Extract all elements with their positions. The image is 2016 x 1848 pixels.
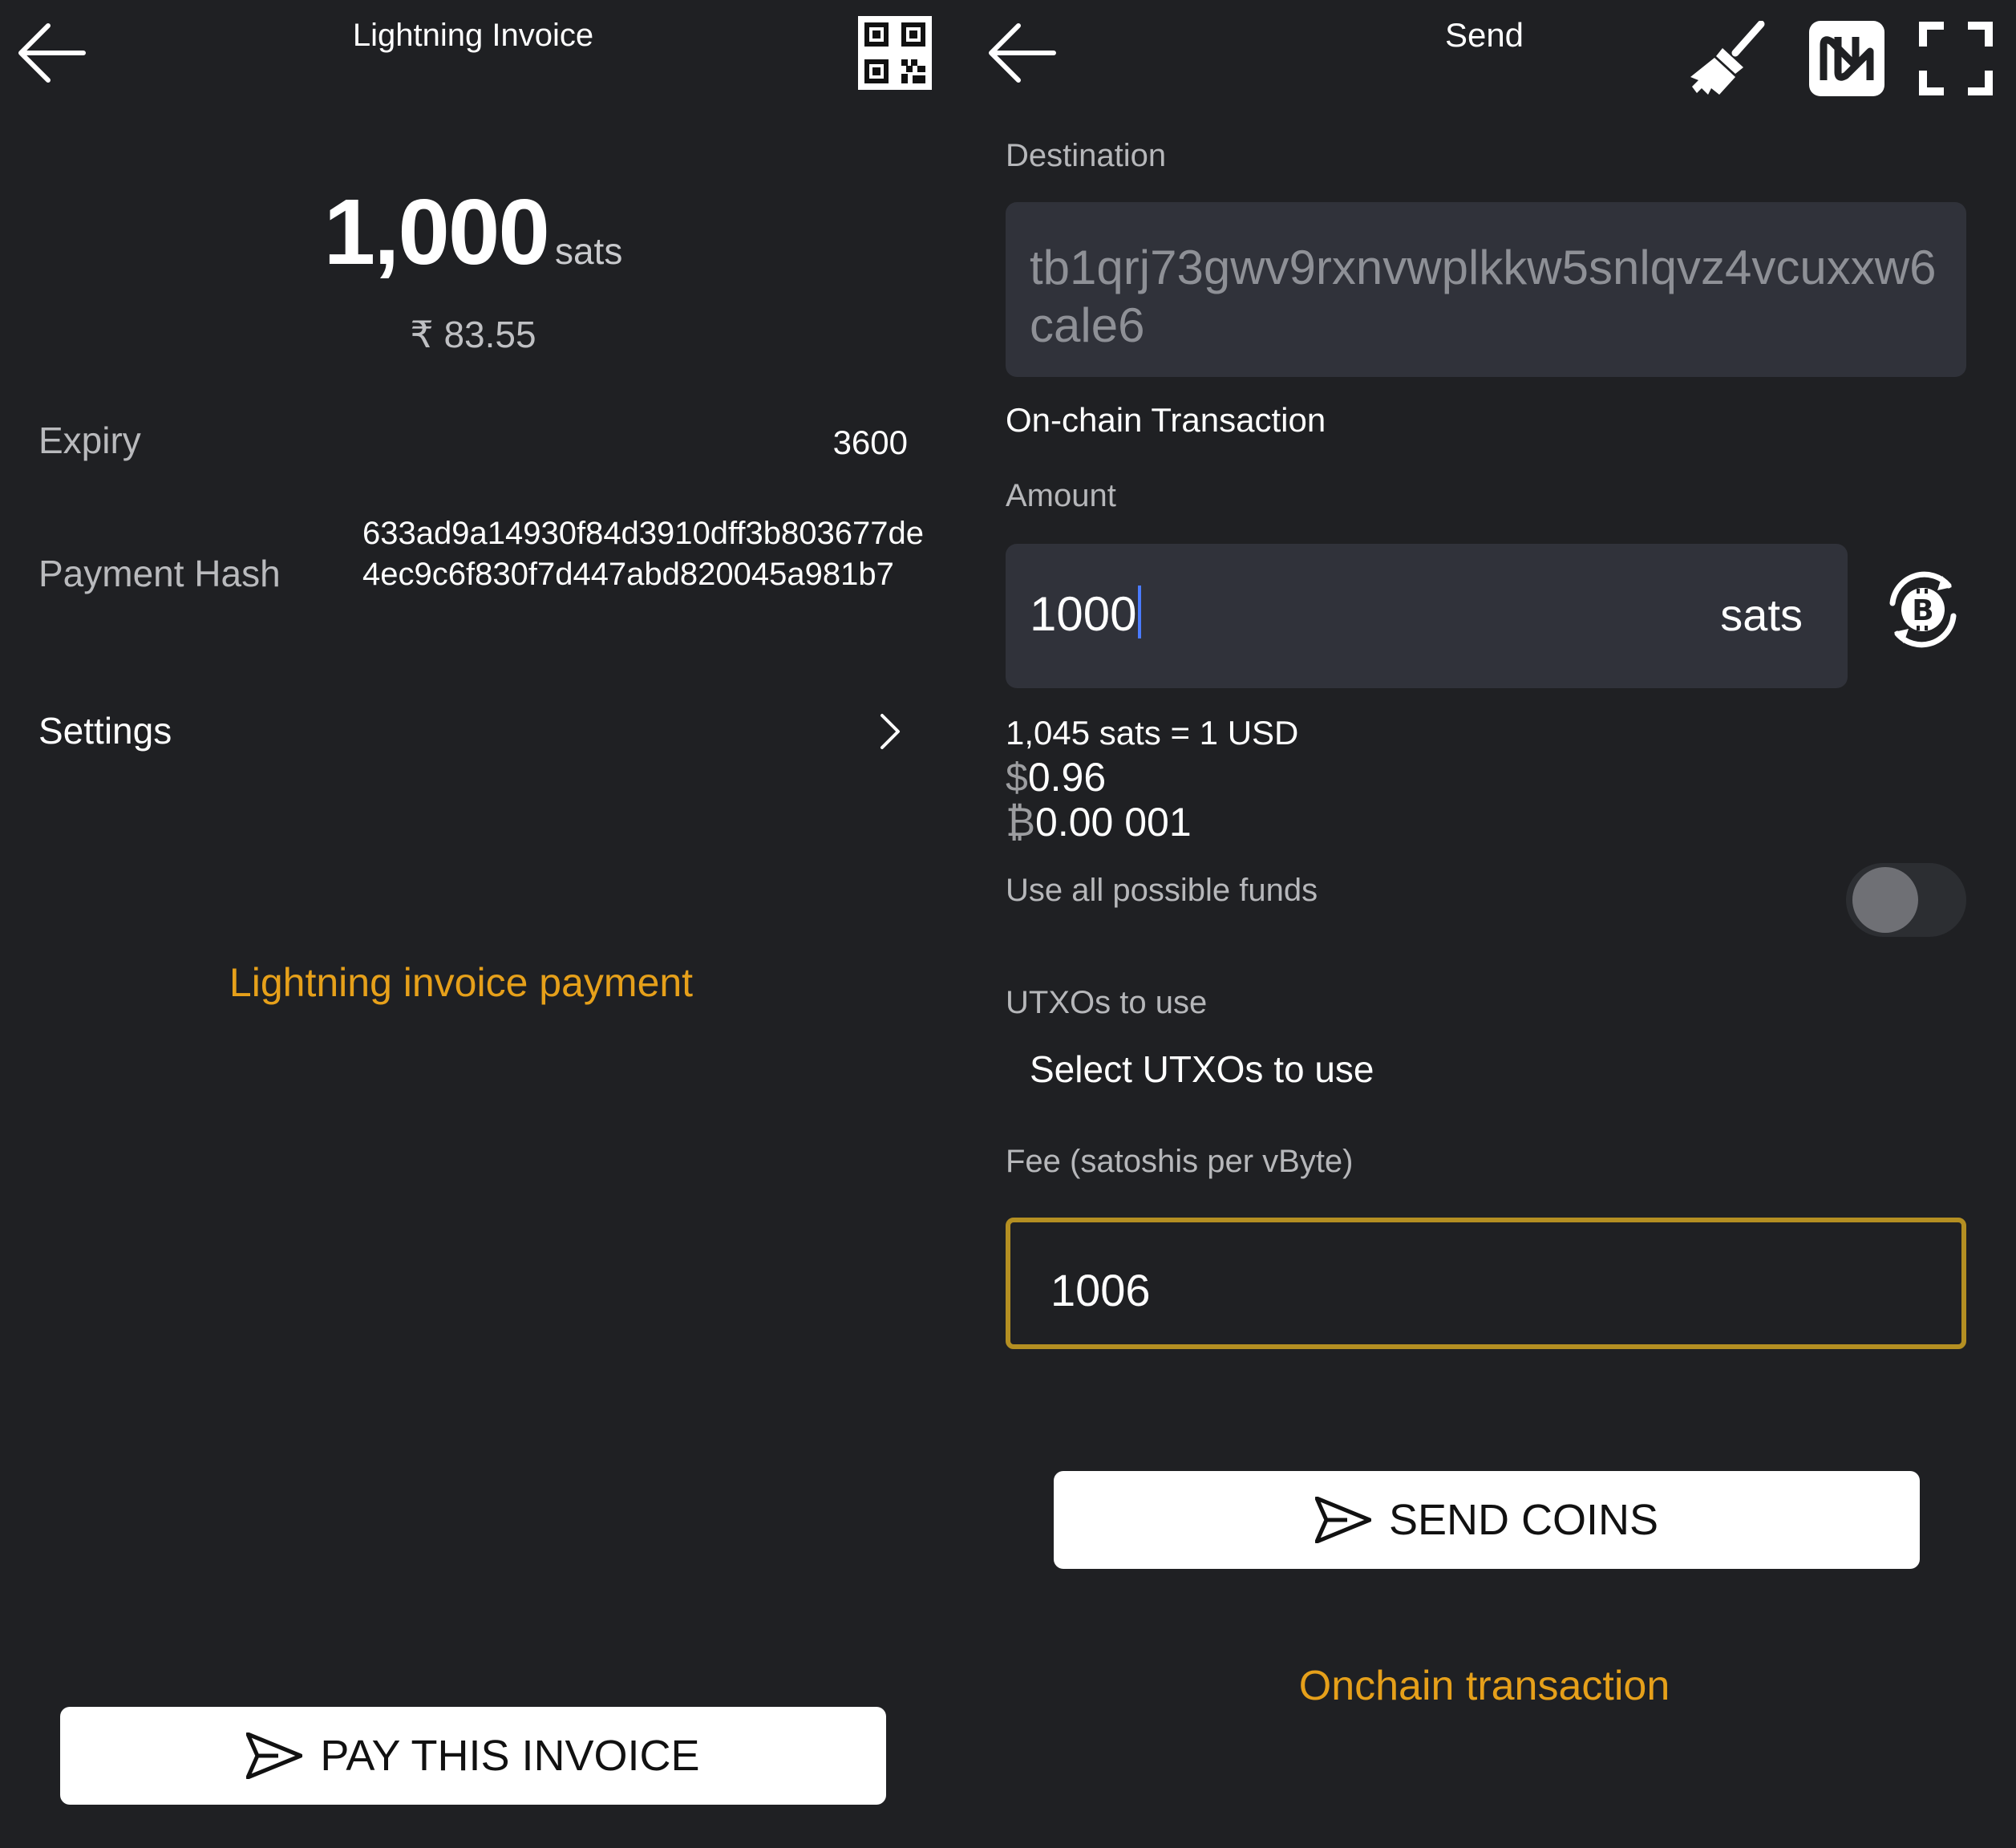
chevron-right-icon (872, 711, 905, 752)
exchange-rate: 1,045 sats = 1 USD (1006, 714, 1299, 752)
fee-input[interactable]: 1006 (1006, 1218, 1966, 1349)
utxos-label: UTXOs to use (1006, 985, 1208, 1020)
destination-label: Destination (1006, 138, 1167, 173)
broom-icon[interactable] (1687, 21, 1767, 98)
amount-input[interactable]: 1000 sats (1006, 544, 1848, 688)
fiat-amount: ₹ 83.55 (410, 314, 536, 355)
send-coins-label: SEND COINS (1388, 1496, 1659, 1544)
select-utxos-button[interactable]: Select UTXOs to use (1030, 1048, 1374, 1091)
text-caret (1138, 586, 1142, 638)
amount-unit: sats (1720, 590, 1803, 640)
fee-input-value: 1006 (1051, 1265, 1151, 1315)
invoice-amount: 1,000 sats (0, 178, 946, 286)
amount-input-value: 1000 (1030, 587, 1137, 641)
send-coins-button[interactable]: SEND COINS (1054, 1471, 1920, 1569)
pay-invoice-button[interactable]: PAY THIS INVOICE (60, 1707, 886, 1805)
amount-unit: sats (554, 230, 623, 272)
pay-invoice-label: PAY THIS INVOICE (320, 1732, 700, 1780)
btc-value: 0.00 001 (1035, 800, 1192, 845)
fullscreen-icon[interactable] (1918, 21, 1994, 96)
lightning-invoice-screen: Lightning Invoice 1,000 sats ₹ 83.55 Expi… (0, 0, 975, 1848)
amount-label: Amount (1006, 478, 1116, 513)
bitcoin-swap-icon[interactable]: B (1880, 566, 1966, 653)
use-all-funds-toggle[interactable] (1846, 863, 1966, 937)
expiry-value: 3600 (832, 424, 908, 461)
nfc-icon[interactable] (1809, 21, 1884, 96)
page-title: Lightning Invoice (352, 18, 594, 53)
onchain-transaction-caption: Onchain transaction (1298, 1663, 1670, 1709)
payment-hash-label: Payment Hash (38, 553, 281, 594)
settings-label: Settings (38, 710, 172, 752)
svg-text:B: B (1912, 594, 1933, 627)
transaction-type: On-chain Transaction (1006, 401, 1326, 439)
payment-hash-value: 633ad9a14930f84d3910dff3b803677de4ec9c6f… (362, 516, 924, 592)
usd-symbol: $ (1006, 755, 1028, 800)
send-icon (246, 1732, 303, 1779)
usd-amount: $0.96 (1006, 754, 1106, 800)
fee-label: Fee (satoshis per vByte) (1006, 1144, 1354, 1179)
send-screen: Send Destination tb1qrj73gwv9rxnvwplkkw5… (975, 0, 2016, 1848)
toggle-knob (1852, 867, 1918, 933)
amount-value: 1,000 (323, 180, 550, 284)
destination-input[interactable]: tb1qrj73gwv9rxnvwplkkw5snlqvz4vcuxxw6cal… (1006, 202, 1966, 377)
btc-amount: ₿0.00 001 (1006, 799, 1192, 845)
lightning-payment-caption: Lightning invoice payment (229, 960, 694, 1005)
use-all-funds-label: Use all possible funds (1006, 873, 1318, 908)
send-icon (1314, 1497, 1371, 1543)
expiry-label: Expiry (38, 419, 141, 461)
settings-row[interactable]: Settings (38, 706, 905, 757)
btc-symbol: ₿ (1006, 800, 1036, 845)
usd-value: 0.96 (1027, 755, 1107, 800)
qr-code-icon[interactable] (858, 16, 932, 90)
